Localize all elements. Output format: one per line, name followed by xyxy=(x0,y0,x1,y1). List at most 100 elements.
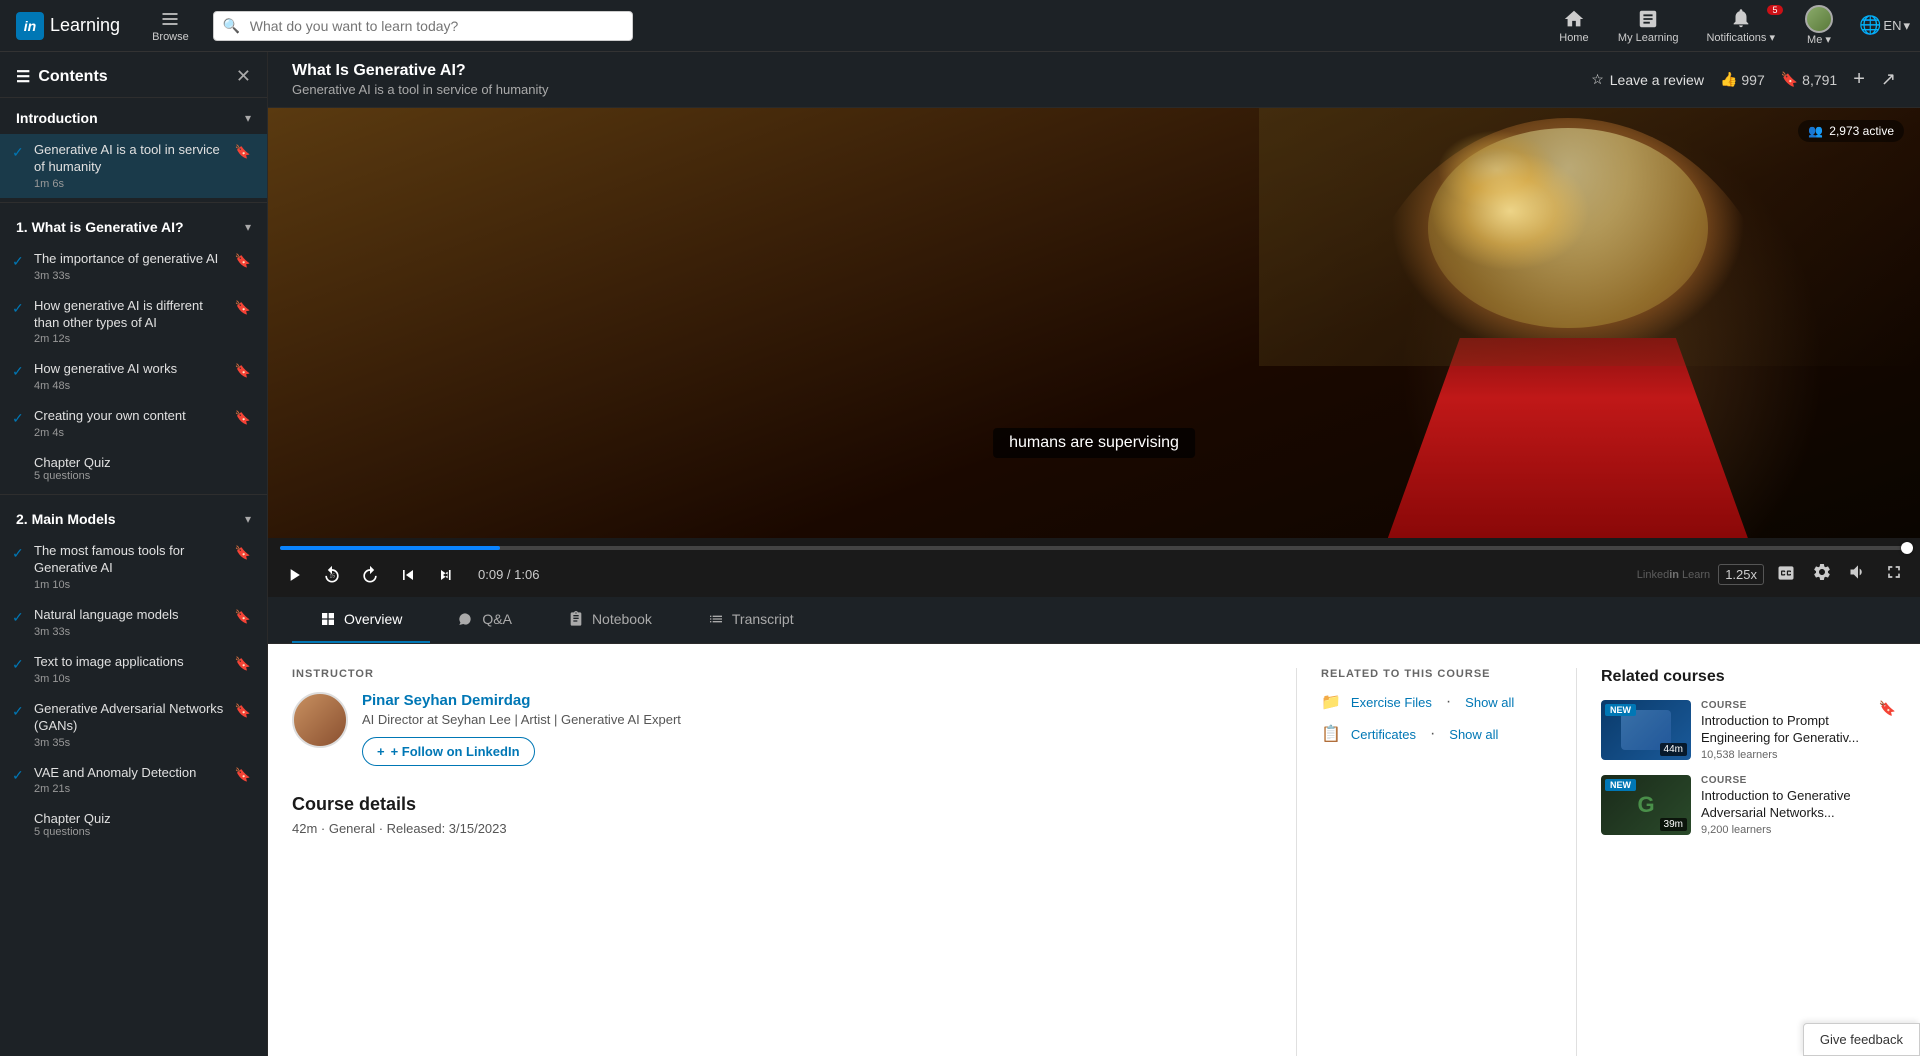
forward-button[interactable] xyxy=(356,561,384,589)
lesson-title: Generative Adversarial Networks (GANs) xyxy=(34,701,229,735)
follow-button[interactable]: + + Follow on LinkedIn xyxy=(362,737,535,766)
progress-fill xyxy=(280,546,500,550)
my-learning-icon xyxy=(1637,8,1659,30)
cert-show-all[interactable]: Show all xyxy=(1449,727,1498,742)
watermark: Linkedin Learn xyxy=(1637,569,1710,581)
bookmark-icon[interactable]: 🔖 xyxy=(235,144,251,160)
bookmark-icon[interactable]: 🔖 xyxy=(235,703,251,719)
lesson-item[interactable]: ✓ How generative AI is different than ot… xyxy=(0,290,267,354)
video-progress-bar[interactable] xyxy=(280,546,1908,550)
related-section: RELATED TO THIS COURSE 📁 Exercise Files … xyxy=(1296,668,1576,1056)
rewind-button[interactable]: 15 xyxy=(318,561,346,589)
lesson-item[interactable]: ✓ Generative Adversarial Networks (GANs)… xyxy=(0,693,267,757)
section-ch1-header[interactable]: 1. What is Generative AI? ▾ xyxy=(0,207,267,243)
check-icon: ✓ xyxy=(12,545,28,562)
lesson-item[interactable]: ✓ Natural language models 3m 33s 🔖 xyxy=(0,599,267,646)
bookmark-icon[interactable]: 🔖 xyxy=(235,363,251,379)
browse-button[interactable]: Browse xyxy=(136,9,205,43)
tab-qa[interactable]: Q&A xyxy=(430,597,540,643)
subtitle-overlay: humans are supervising xyxy=(993,428,1195,458)
lesson-text: Natural language models 3m 33s xyxy=(34,607,229,638)
bookmark-icon[interactable]: 🔖 xyxy=(235,609,251,625)
sidebar-title: ☰ Contents xyxy=(16,67,108,87)
course-thumbnail[interactable]: NEW 44m xyxy=(1601,700,1691,760)
lesson-text: The importance of generative AI 3m 33s xyxy=(34,251,229,282)
bookmark-icon[interactable]: 🔖 xyxy=(235,253,251,269)
tab-transcript[interactable]: Transcript xyxy=(680,597,822,643)
like-count: 👍 997 xyxy=(1720,71,1765,88)
lesson-item[interactable]: ✓ How generative AI works 4m 48s 🔖 xyxy=(0,353,267,400)
lesson-item[interactable]: ✓ VAE and Anomaly Detection 2m 21s 🔖 xyxy=(0,757,267,804)
search-input[interactable] xyxy=(213,11,633,41)
share-button[interactable]: ↗ xyxy=(1881,69,1896,90)
section-ch2-header[interactable]: 2. Main Models ▾ xyxy=(0,499,267,535)
fullscreen-icon xyxy=(1884,562,1904,582)
fullscreen-button[interactable] xyxy=(1880,558,1908,591)
lesson-duration: 3m 10s xyxy=(34,673,229,685)
volume-button[interactable] xyxy=(1844,558,1872,591)
home-nav-item[interactable]: Home xyxy=(1544,8,1604,44)
lesson-item[interactable]: ✓ Generative AI is a tool in service of … xyxy=(0,134,267,198)
language-selector[interactable]: 🌐 EN ▾ xyxy=(1849,15,1920,36)
exercise-show-all[interactable]: Show all xyxy=(1465,695,1514,710)
course-thumb-icon: G xyxy=(1637,792,1654,818)
lesson-item[interactable]: ✓ The importance of generative AI 3m 33s… xyxy=(0,243,267,290)
close-sidebar-button[interactable]: ✕ xyxy=(236,66,251,87)
lesson-duration: 3m 35s xyxy=(34,737,229,749)
divider xyxy=(0,494,267,495)
closed-captions-button[interactable] xyxy=(1772,559,1800,590)
progress-area xyxy=(268,538,1920,552)
content-area: What Is Generative AI? Generative AI is … xyxy=(268,52,1920,1056)
instructor-name[interactable]: Pinar Seyhan Demirdag xyxy=(362,692,681,709)
save-count: 🔖 8,791 xyxy=(1781,71,1837,88)
settings-button[interactable] xyxy=(1808,558,1836,591)
section-intro-header[interactable]: Introduction ▾ xyxy=(0,98,267,134)
lesson-text: How generative AI is different than othe… xyxy=(34,298,229,346)
course-card: NEW G 39m COURSE Introduction to Generat… xyxy=(1601,775,1896,836)
lesson-duration: 4m 48s xyxy=(34,380,229,392)
next-chapter-button[interactable] xyxy=(432,561,460,589)
course-bookmark-icon[interactable]: 🔖 xyxy=(1879,700,1896,761)
leave-review-button[interactable]: ☆ Leave a review xyxy=(1591,71,1704,88)
bookmark-icon[interactable]: 🔖 xyxy=(235,767,251,783)
course-thumbnail[interactable]: NEW G 39m xyxy=(1601,775,1691,835)
lesson-text: The most famous tools for Generative AI … xyxy=(34,543,229,591)
logo[interactable]: in Learning xyxy=(0,12,136,40)
sidebar-header: ☰ Contents ✕ xyxy=(0,52,267,98)
my-learning-nav-item[interactable]: My Learning xyxy=(1604,8,1693,44)
course-name[interactable]: Introduction to Prompt Engineering for G… xyxy=(1701,713,1869,747)
bookmark-icon[interactable]: 🔖 xyxy=(235,656,251,672)
lesson-item[interactable]: ✓ Creating your own content 2m 4s 🔖 xyxy=(0,400,267,447)
nav-actions: Home My Learning 5 Notifications ▾ Me ▾ … xyxy=(1544,5,1920,46)
speed-button[interactable]: 1.25x xyxy=(1718,564,1764,585)
play-button[interactable] xyxy=(280,561,308,589)
lesson-text: How generative AI works 4m 48s xyxy=(34,361,229,392)
lesson-title: How generative AI works xyxy=(34,361,229,378)
course-info: COURSE Introduction to Generative Advers… xyxy=(1701,775,1896,836)
bookmark-icon[interactable]: 🔖 xyxy=(235,545,251,561)
quiz-item[interactable]: Chapter Quiz 5 questions xyxy=(0,447,267,490)
add-button[interactable]: + xyxy=(1853,68,1865,91)
me-nav-item[interactable]: Me ▾ xyxy=(1789,5,1849,46)
quiz-item[interactable]: Chapter Quiz 5 questions xyxy=(0,803,267,846)
tab-overview[interactable]: Overview xyxy=(292,597,430,643)
bookmark-icon[interactable]: 🔖 xyxy=(235,410,251,426)
home-icon xyxy=(1563,8,1585,30)
lesson-title: Generative AI is a tool in service of hu… xyxy=(34,142,229,176)
bookmark-icon[interactable]: 🔖 xyxy=(235,300,251,316)
prev-chapter-button[interactable] xyxy=(394,561,422,589)
video-title-wrap: What Is Generative AI? Generative AI is … xyxy=(292,62,549,97)
course-name[interactable]: Introduction to Generative Adversarial N… xyxy=(1701,788,1896,822)
course-learners: 10,538 learners xyxy=(1701,749,1869,761)
notifications-nav-item[interactable]: 5 Notifications ▾ xyxy=(1692,7,1789,44)
lesson-title: VAE and Anomaly Detection xyxy=(34,765,229,782)
lesson-item[interactable]: ✓ Text to image applications 3m 10s 🔖 xyxy=(0,646,267,693)
give-feedback-button[interactable]: Give feedback xyxy=(1803,1023,1920,1056)
certificates-link[interactable]: Certificates xyxy=(1351,727,1416,742)
subtitle-text: humans are supervising xyxy=(1009,434,1179,451)
exercise-files-link[interactable]: Exercise Files xyxy=(1351,695,1432,710)
my-learning-label: My Learning xyxy=(1618,32,1679,44)
lesson-item[interactable]: ✓ The most famous tools for Generative A… xyxy=(0,535,267,599)
chevron-down-icon: ▾ xyxy=(245,111,251,125)
tab-notebook[interactable]: Notebook xyxy=(540,597,680,643)
